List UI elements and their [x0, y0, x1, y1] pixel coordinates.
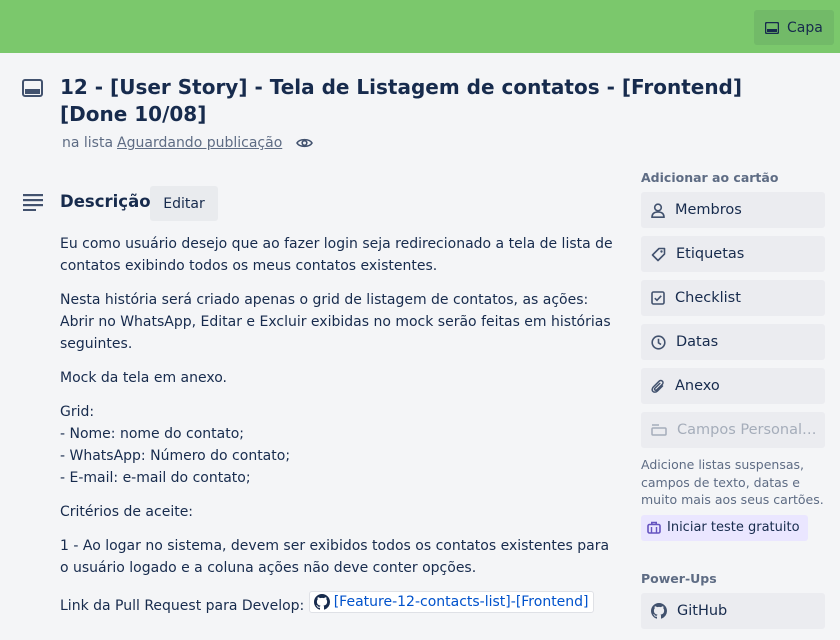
start-trial-button[interactable]: Iniciar teste gratuito — [641, 514, 808, 541]
pull-request-line: Link da Pull Request para Develop: [Feat… — [60, 591, 620, 617]
person-icon — [651, 202, 665, 218]
description-paragraph: Mock da tela em anexo. — [60, 370, 227, 386]
github-icon — [651, 602, 667, 619]
cover-button-label: Capa — [787, 19, 823, 36]
card-title[interactable]: 12 - [User Story] - Tela de Listagem de … — [60, 74, 800, 128]
list-prefix: na lista — [62, 135, 114, 151]
clock-icon — [651, 334, 666, 350]
attachment-button[interactable]: Anexo — [641, 368, 825, 404]
github-powerup-button[interactable]: GitHub — [641, 592, 825, 629]
tag-icon — [651, 247, 666, 261]
checkbox-icon — [651, 291, 665, 305]
grid-block: Grid: - Nome: nome do contato; - WhatsAp… — [60, 401, 620, 489]
grid-item: - E-mail: e-mail do contato; — [60, 470, 251, 486]
checklist-button[interactable]: Checklist — [641, 280, 825, 316]
github-icon — [313, 594, 330, 610]
cover-button[interactable]: Capa — [754, 10, 834, 45]
card-sidebar: Adicionar ao cartão Membros Etiquetas Ch… — [641, 170, 825, 637]
powerups-heading: Power-Ups — [641, 570, 717, 586]
paperclip-icon — [651, 379, 664, 393]
members-button[interactable]: Membros — [641, 192, 825, 228]
description-paragraph: Eu como usuário desejo que ao fazer logi… — [60, 236, 613, 274]
briefcase-icon — [647, 521, 661, 534]
list-breadcrumb: na lista Aguardando publicação — [62, 135, 314, 151]
custom-fields-label: Campos Personal… — [677, 422, 817, 438]
attachment-label: Anexo — [675, 378, 720, 394]
pull-request-link-text: [Feature-12-contacts-list]-[Frontend] — [333, 594, 589, 610]
custom-fields-icon — [651, 424, 667, 436]
list-link[interactable]: Aguardando publicação — [117, 135, 282, 151]
start-trial-label: Iniciar teste gratuito — [667, 520, 800, 535]
dates-label: Datas — [676, 334, 719, 350]
card-cover: Capa — [0, 0, 840, 53]
github-label: GitHub — [677, 602, 728, 619]
description-paragraph: Nesta história será criado apenas o grid… — [60, 292, 611, 352]
link-prefix: Link da Pull Request para Develop: — [60, 598, 305, 614]
card-icon — [765, 21, 779, 34]
labels-button[interactable]: Etiquetas — [641, 236, 825, 272]
criteria-item: 1 - Ao logar no sistema, devem ser exibi… — [60, 538, 610, 576]
description-heading: Descrição — [60, 192, 151, 211]
description-icon — [23, 194, 43, 211]
custom-fields-button[interactable]: Campos Personal… — [641, 412, 825, 448]
description-body[interactable]: Eu como usuário desejo que ao fazer logi… — [60, 233, 620, 629]
pull-request-link[interactable]: [Feature-12-contacts-list]-[Frontend] — [308, 591, 594, 613]
dates-button[interactable]: Datas — [641, 324, 825, 360]
grid-item: - Nome: nome do contato; — [60, 426, 244, 442]
card-icon — [22, 79, 43, 97]
watch-eye-icon[interactable] — [296, 137, 314, 149]
labels-label: Etiquetas — [676, 246, 745, 262]
grid-title: Grid: — [60, 404, 95, 420]
add-to-card-heading: Adicionar ao cartão — [641, 170, 779, 185]
edit-description-button[interactable]: Editar — [150, 186, 218, 221]
grid-item: - WhatsApp: Número do contato; — [60, 448, 291, 464]
custom-fields-note: Adicione listas suspensas, campos de tex… — [641, 457, 824, 507]
members-label: Membros — [675, 202, 742, 218]
criteria-title: Critérios de aceite: — [60, 504, 194, 520]
checklist-label: Checklist — [675, 290, 741, 306]
